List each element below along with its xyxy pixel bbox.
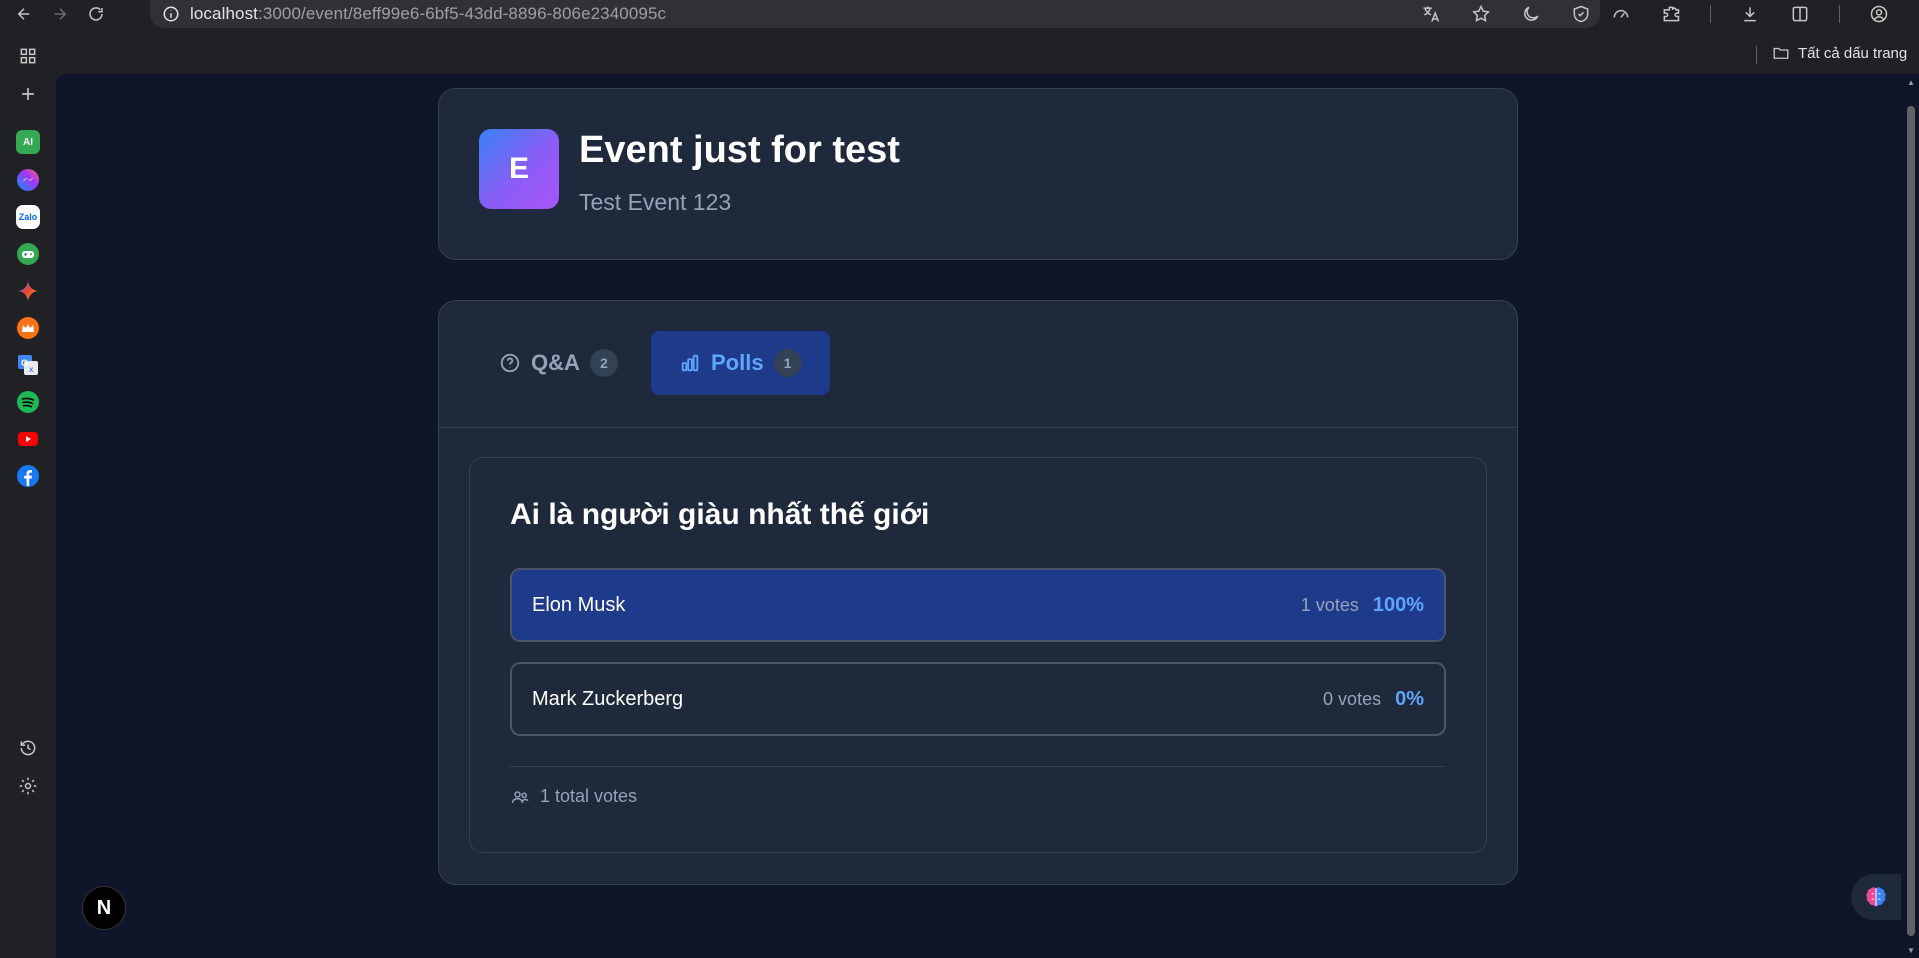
scroll-down-arrow-icon[interactable]: ▼ <box>1907 946 1915 955</box>
reload-button[interactable] <box>78 0 114 28</box>
tab-qa-label: Q&A <box>531 350 580 375</box>
svg-text:x: x <box>29 365 34 374</box>
arrow-left-icon <box>17 8 30 20</box>
poll-option-votes: 0 votes <box>1323 688 1382 709</box>
event-content-card: Q&A 2 Polls 1 Ai là người giàu nhất thế … <box>438 300 1518 885</box>
messenger-icon <box>17 169 39 191</box>
poll-total-votes: 1 total votes <box>510 786 637 807</box>
dark-mode-icon[interactable] <box>1520 3 1542 25</box>
bookmarks-divider <box>1756 46 1757 64</box>
sidebar-app-translate[interactable]: Gx <box>14 351 42 379</box>
profile-icon[interactable] <box>1868 3 1890 25</box>
side-panel-icon[interactable] <box>1789 3 1811 25</box>
poll-card: Ai là người giàu nhất thế giới Elon Musk… <box>469 457 1487 853</box>
sidebar-app-ai[interactable]: AI <box>14 128 42 156</box>
gamepad-icon <box>17 243 39 265</box>
poll-divider <box>510 766 1446 767</box>
add-app-button[interactable] <box>14 80 42 108</box>
brain-extension-button[interactable] <box>1851 874 1901 920</box>
arrow-right-icon <box>54 8 67 20</box>
brain-icon <box>1866 887 1886 907</box>
poll-option-label: Mark Zuckerberg <box>532 687 684 710</box>
sidebar-app-facebook[interactable] <box>14 462 42 490</box>
nextjs-dev-indicator[interactable]: N <box>82 886 126 930</box>
reload-icon <box>89 7 103 21</box>
toolbar-divider <box>1839 5 1840 23</box>
scroll-up-arrow-icon[interactable]: ▲ <box>1907 78 1915 87</box>
poll-total-label: 1 total votes <box>540 786 638 806</box>
youtube-icon <box>18 432 38 446</box>
back-button[interactable] <box>6 0 42 28</box>
vertical-scrollbar[interactable]: ▲ ▼ <box>1903 74 1919 958</box>
sidebar-app-game[interactable] <box>14 240 42 268</box>
download-icon[interactable] <box>1739 3 1761 25</box>
translate-icon[interactable] <box>1420 3 1442 25</box>
spotify-icon <box>17 391 39 413</box>
browser-tools <box>1610 0 1919 28</box>
star-icon[interactable] <box>1470 3 1492 25</box>
url-path: :3000/event/8eff99e6-6bf5-43dd-8896-806e… <box>258 4 667 23</box>
url-text[interactable]: localhost:3000/event/8eff99e6-6bf5-43dd-… <box>190 4 666 24</box>
poll-option-elon-musk[interactable]: Elon Musk 1 votes 100% <box>510 568 1446 642</box>
history-button[interactable] <box>14 734 42 762</box>
crown-icon <box>17 317 39 339</box>
sidebar-app-gemini[interactable] <box>14 277 42 305</box>
settings-button[interactable] <box>14 772 42 800</box>
event-title: Event just for test <box>579 129 900 171</box>
svg-text:G: G <box>21 358 28 368</box>
poll-option-percent: 0% <box>1395 687 1424 710</box>
url-host: localhost <box>190 4 258 23</box>
poll-option-votes: 1 votes <box>1300 594 1359 615</box>
question-circle-icon <box>500 353 520 373</box>
bookmarks-bar <box>0 28 1919 74</box>
gemini-icon <box>18 281 38 301</box>
event-avatar: E <box>479 129 559 209</box>
event-header-card: E Event just for test Test Event 123 <box>438 88 1518 260</box>
history-icon <box>20 740 36 756</box>
gear-icon <box>19 777 37 795</box>
google-translate-icon: Gx <box>18 355 38 375</box>
tab-qa[interactable]: Q&A 2 <box>471 331 646 395</box>
tab-polls-count-badge: 1 <box>773 349 802 377</box>
zalo-icon: Zalo <box>16 205 40 229</box>
shield-icon[interactable] <box>1570 3 1592 25</box>
sidebar-app-youtube[interactable] <box>14 425 42 453</box>
bar-chart-icon <box>681 354 699 372</box>
grid-icon <box>20 48 36 64</box>
ai-chat-icon: AI <box>16 130 40 154</box>
sidebar-app-zalo[interactable]: Zalo <box>14 203 42 231</box>
sidebar-app-spotify[interactable] <box>14 388 42 416</box>
scrollbar-thumb[interactable] <box>1907 106 1915 936</box>
tab-grid-button[interactable] <box>14 42 42 70</box>
all-bookmarks-label: Tất cả dấu trang <box>1798 44 1908 62</box>
info-icon[interactable] <box>162 5 180 23</box>
extensions-icon[interactable] <box>1660 3 1682 25</box>
browser-sidebar: AI Zalo Gx <box>0 28 56 958</box>
poll-option-mark-zuckerberg[interactable]: Mark Zuckerberg 0 votes 0% <box>510 662 1446 736</box>
facebook-icon <box>17 465 39 487</box>
event-code: Test Event 123 <box>579 189 732 215</box>
all-bookmarks-button[interactable]: Tất cả dấu trang <box>1772 44 1907 62</box>
plus-icon <box>22 88 34 100</box>
sidebar-app-messenger[interactable] <box>14 166 42 194</box>
tab-qa-count-badge: 2 <box>589 349 618 377</box>
address-bar[interactable]: localhost:3000/event/8eff99e6-6bf5-43dd-… <box>150 0 1600 28</box>
poll-option-label: Elon Musk <box>532 593 626 616</box>
forward-button[interactable] <box>42 0 78 28</box>
page-viewport: E Event just for test Test Event 123 Q&A… <box>56 74 1919 958</box>
tab-bar: Q&A 2 Polls 1 <box>439 301 1517 428</box>
toolbar-divider <box>1710 5 1711 23</box>
folder-icon <box>1773 47 1789 59</box>
poll-option-percent: 100% <box>1372 593 1424 616</box>
sidebar-app-crown[interactable] <box>14 314 42 342</box>
poll-question: Ai là người giàu nhất thế giới <box>510 498 930 531</box>
tab-polls-label: Polls <box>711 350 764 375</box>
performance-icon[interactable] <box>1610 3 1632 25</box>
tab-polls[interactable]: Polls 1 <box>651 331 830 395</box>
users-icon <box>511 790 529 803</box>
